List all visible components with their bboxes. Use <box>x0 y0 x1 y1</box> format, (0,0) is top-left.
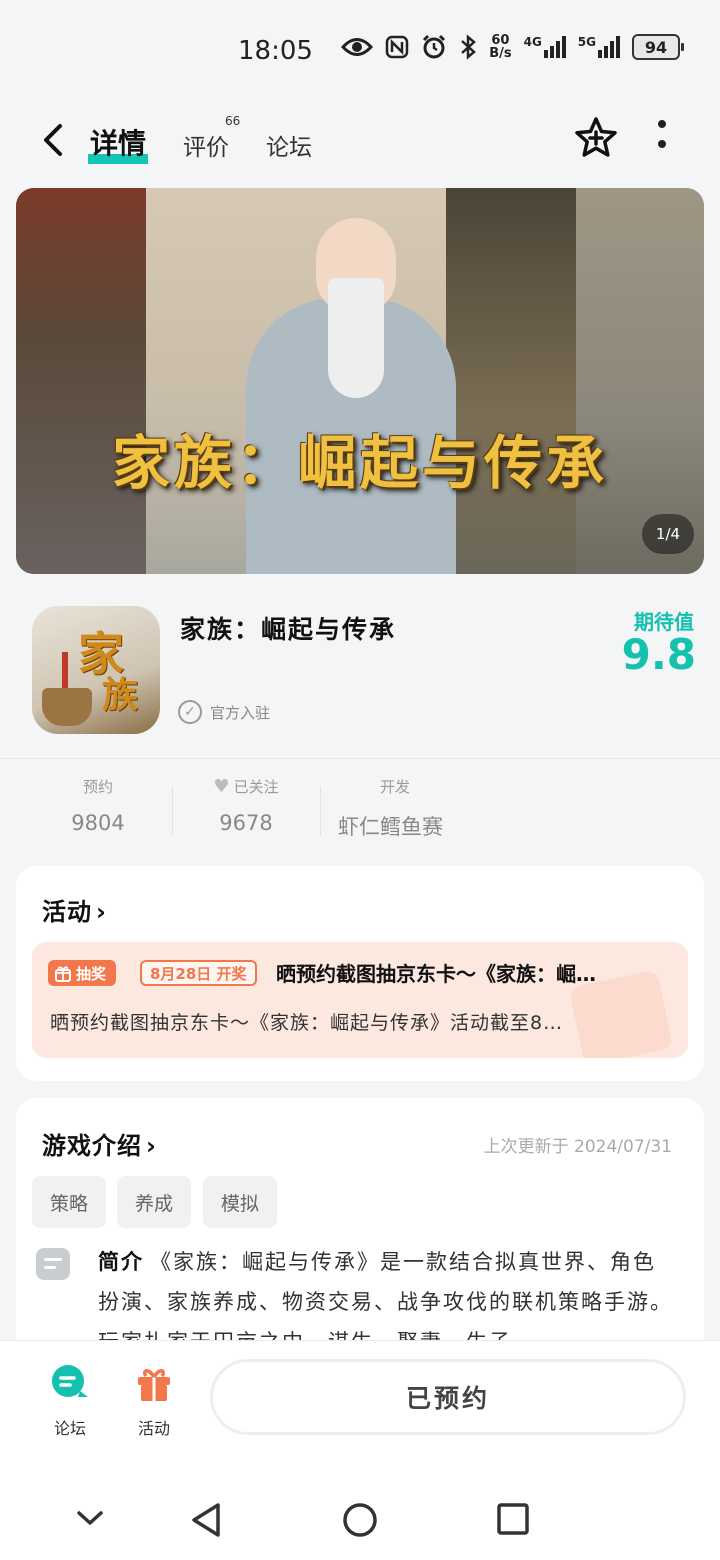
banner-panel <box>16 188 146 574</box>
battery-icon: 94 <box>632 34 684 60</box>
gift-icon <box>138 1369 170 1401</box>
reserved-button[interactable]: 已预约 <box>210 1359 686 1435</box>
eye-icon <box>341 38 374 56</box>
banner-page-counter: 1/4 <box>642 514 694 554</box>
app-icon-char: 族 <box>102 674 139 716</box>
reserve-stat: 预约 9804 <box>58 776 138 835</box>
banner-title: 家族：崛起与传承 <box>111 429 608 497</box>
wishlist-star-icon[interactable] <box>574 116 618 160</box>
activity-section-header[interactable]: 活动 › <box>42 892 107 927</box>
bluetooth-icon <box>461 34 477 60</box>
chevron-right-icon: › <box>96 898 107 926</box>
chevron-right-icon: › <box>146 1132 157 1160</box>
signal-5g-icon: 5G <box>578 36 620 58</box>
activity-item[interactable]: 抽奖 8月28日 开奖 晒预约截图抽京东卡～《家族：崛… 晒预约截图抽京东卡～《… <box>32 942 688 1058</box>
tab-details[interactable]: 详情 <box>88 122 149 164</box>
last-update-time: 上次更新于 2024/07/31 <box>483 1137 672 1157</box>
activity-title: 晒预约截图抽京东卡～《家族：崛… <box>276 962 596 986</box>
lottery-tag: 抽奖 <box>48 960 117 986</box>
status-icons: 60 B/s 4G 5G 94 <box>341 33 684 61</box>
top-nav: 详情 评价 66 论坛 <box>0 110 720 170</box>
forum-shortcut[interactable]: 论坛 <box>35 1363 105 1439</box>
censer-graphic <box>42 688 92 726</box>
draw-date-tag: 8月28日 开奖 <box>140 960 257 986</box>
back-triangle-icon[interactable] <box>190 1502 222 1538</box>
nfc-icon <box>385 35 409 59</box>
divider <box>0 758 720 759</box>
genre-tag[interactable]: 模拟 <box>203 1176 278 1228</box>
more-options-icon[interactable] <box>652 120 672 156</box>
activity-card: 活动 › 抽奖 8月28日 开奖 晒预约截图抽京东卡～《家族：崛… 晒预约截图抽京… <box>16 866 704 1081</box>
back-icon[interactable] <box>36 118 72 162</box>
genre-tag[interactable]: 策略 <box>32 1176 107 1228</box>
media-banner[interactable]: 家族：崛起与传承 1/4 <box>16 188 704 574</box>
official-badge: ✓ 官方入驻 <box>178 700 270 724</box>
status-time: 18:05 <box>238 36 313 66</box>
chevron-down-icon[interactable] <box>76 1508 104 1528</box>
game-intro-header[interactable]: 游戏介绍 › <box>42 1126 157 1161</box>
banner-panel <box>576 188 704 574</box>
net-speed: 60 B/s <box>489 33 512 61</box>
tab-reviews[interactable]: 评价 66 <box>183 114 240 162</box>
candle-graphic <box>62 652 68 690</box>
expectation-score: 9.8 <box>621 630 696 679</box>
follow-stat[interactable]: ♥ 已关注 9678 <box>196 776 296 835</box>
forum-chat-icon <box>52 1365 88 1397</box>
review-count-badge: 66 <box>225 114 241 128</box>
genre-tag[interactable]: 养成 <box>117 1176 192 1228</box>
activity-shortcut[interactable]: 活动 <box>119 1363 189 1439</box>
developer-name: 虾仁鳕鱼赛 <box>338 815 443 839</box>
signal-4g-icon: 4G <box>524 36 566 58</box>
banner-panel <box>446 188 576 574</box>
developer-stat[interactable]: 开发 虾仁鳕鱼赛 <box>336 776 466 841</box>
reserve-count: 9804 <box>71 811 125 835</box>
document-icon <box>36 1248 70 1280</box>
tab-forum[interactable]: 论坛 <box>266 128 312 162</box>
home-circle-icon[interactable] <box>342 1502 378 1538</box>
status-bar: 18:05 60 B/s 4G 5G 94 <box>0 0 720 100</box>
activity-description: 晒预约截图抽京东卡～《家族：崛起与传承》活动截至8… <box>50 1012 564 1034</box>
gift-icon <box>55 966 71 982</box>
divider <box>172 786 173 836</box>
check-circle-icon: ✓ <box>178 700 202 724</box>
bottom-action-bar: 论坛 活动 已预约 <box>0 1340 720 1460</box>
heart-check-icon: ♥ <box>213 776 230 797</box>
divider <box>320 786 321 836</box>
app-name: 家族：崛起与传承 <box>180 615 397 644</box>
recents-square-icon[interactable] <box>496 1502 530 1536</box>
app-icon: 家 族 <box>32 606 160 734</box>
alarm-icon <box>423 34 446 59</box>
system-nav-bar <box>0 1460 720 1560</box>
elder-figure-beard <box>328 278 384 398</box>
follow-count: 9678 <box>219 811 273 835</box>
